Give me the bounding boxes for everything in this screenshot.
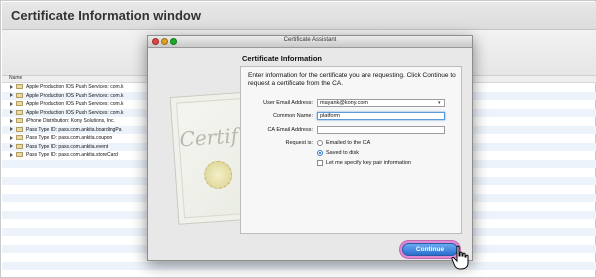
certificate-assistant-dialog: Certificate Assistant Certif Certificate…	[147, 35, 473, 261]
dialog-title: Certificate Assistant	[283, 37, 337, 43]
keychain-row-label: Pass Type ID: pass.com.ankita.coupon	[26, 135, 113, 141]
radio-button[interactable]	[317, 139, 323, 146]
hand-cursor-icon	[451, 245, 469, 270]
instruction-text: Enter information for the certificate yo…	[248, 72, 456, 87]
certificate-illustration-text: Certif	[178, 123, 239, 152]
certificate-icon	[16, 101, 23, 107]
keychain-row-label: Apple Production IOS Push Services: com.…	[26, 101, 124, 107]
keychain-column-name[interactable]: Name	[9, 75, 22, 81]
certificate-icon	[16, 118, 23, 124]
email-label: User Email Address:	[263, 100, 313, 106]
empty-row	[2, 261, 596, 270]
email-value: mayank@kony.com	[320, 100, 368, 106]
radio-emailed-to-ca[interactable]: Emailed to the CA	[317, 139, 370, 147]
empty-row	[2, 270, 596, 277]
certificate-icon	[16, 152, 23, 158]
radio-saved-to-disk[interactable]: Saved to disk	[317, 149, 359, 157]
content-panel: Enter information for the certificate yo…	[240, 66, 462, 234]
request-label: Request is:	[285, 140, 313, 146]
checkbox-label: Let me specify key pair information	[326, 160, 411, 166]
common-name-label: Common Name:	[272, 113, 313, 119]
disclosure-triangle-icon[interactable]	[10, 152, 13, 157]
disclosure-triangle-icon[interactable]	[10, 101, 13, 106]
section-title: Certificate Information	[242, 54, 323, 63]
keychain-row-label: Apple Production IOS Push Services: com.…	[26, 92, 124, 99]
disclosure-triangle-icon[interactable]	[10, 118, 13, 123]
certificate-icon	[16, 143, 23, 149]
keychain-row-label: Apple Production IOS Push Services: com.…	[26, 84, 124, 90]
certificate-icon	[16, 135, 23, 141]
keychain-row-label: Pass Type ID: pass.com.ankita.event	[26, 143, 109, 150]
email-field[interactable]: mayank@kony.com ▾	[317, 99, 445, 107]
disclosure-triangle-icon[interactable]	[10, 110, 13, 115]
disclosure-triangle-icon[interactable]	[10, 127, 13, 132]
keychain-row-label: Apple Production IOS Push Services: com.…	[26, 109, 124, 116]
certificate-icon	[16, 84, 23, 90]
certificate-icon	[16, 126, 23, 132]
disclosure-triangle-icon[interactable]	[10, 93, 13, 98]
ca-email-field[interactable]	[317, 126, 445, 134]
radio-label: Emailed to the CA	[326, 140, 371, 146]
ca-email-label: CA Email Address:	[267, 127, 313, 133]
keychain-row-label: Pass Type ID: pass.com.ankita.boardingPa	[26, 126, 122, 133]
banner-title: Certificate Information window	[11, 8, 201, 23]
certificate-icon	[16, 109, 23, 115]
checkbox[interactable]	[317, 159, 323, 166]
certificate-icon	[16, 92, 23, 98]
chevron-down-icon[interactable]: ▾	[438, 101, 443, 106]
common-name-field[interactable]: platform	[317, 112, 445, 120]
keychain-row-label: iPhone Distribution: Kony Solutions, Inc…	[26, 118, 115, 124]
disclosure-triangle-icon[interactable]	[10, 84, 13, 89]
checkbox-specify-key-pair[interactable]: Let me specify key pair information	[317, 159, 411, 167]
radio-button-selected[interactable]	[317, 149, 323, 156]
banner: Certificate Information window	[2, 2, 596, 30]
disclosure-triangle-icon[interactable]	[10, 135, 13, 140]
dialog-titlebar[interactable]: Certificate Assistant	[148, 36, 472, 48]
keychain-row-label: Pass Type ID: pass.com.ankita.storeCard	[26, 152, 118, 158]
radio-label: Saved to disk	[326, 150, 360, 156]
disclosure-triangle-icon[interactable]	[10, 144, 13, 149]
